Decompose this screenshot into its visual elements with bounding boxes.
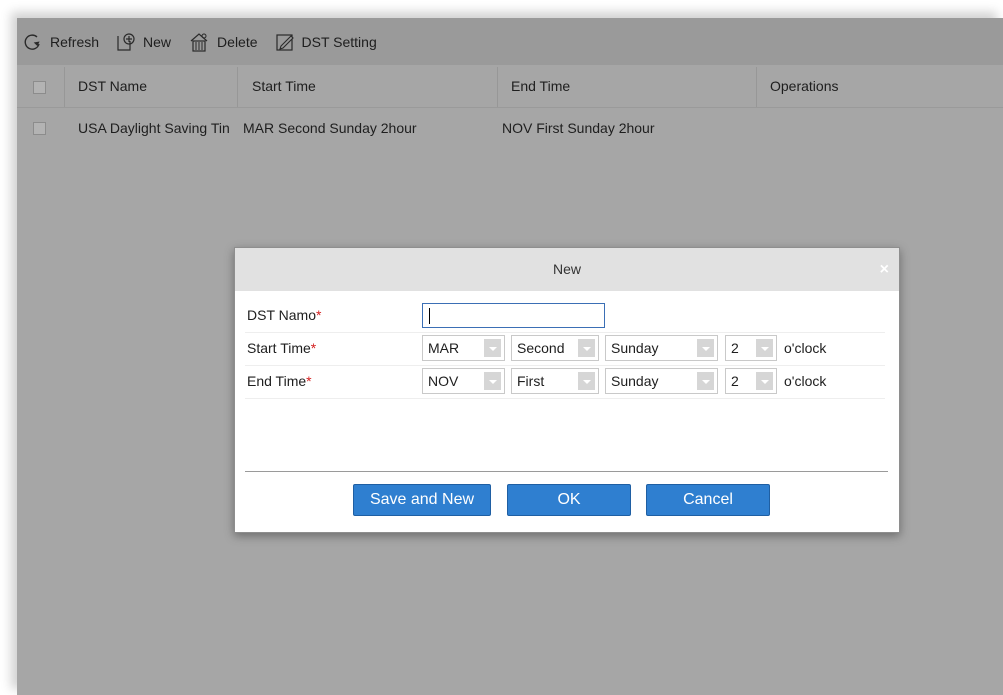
new-dst-dialog: New × DST Namo* Start Time* MAR Second S…: [234, 247, 900, 533]
start-week-value: Second: [517, 340, 565, 356]
dropdown-arrow-icon: [484, 372, 501, 390]
dst-setting-button[interactable]: DST Setting: [274, 27, 377, 57]
dropdown-arrow-icon: [756, 339, 773, 357]
delete-icon: [190, 32, 208, 52]
column-header-start-time[interactable]: Start Time: [252, 67, 316, 107]
dialog-title: New: [552, 261, 581, 277]
dropdown-arrow-icon: [578, 339, 595, 357]
row-checkbox[interactable]: [33, 122, 46, 135]
cancel-button[interactable]: Cancel: [646, 484, 770, 516]
end-week-value: First: [517, 373, 545, 389]
refresh-icon: [24, 34, 40, 50]
dialog-title-bar: New ×: [235, 248, 899, 291]
start-month-select[interactable]: MAR: [422, 335, 505, 361]
start-hour-value: 2: [731, 340, 739, 356]
text-caret: [429, 308, 430, 324]
row-end-time: NOV First Sunday 2hour: [502, 120, 655, 136]
refresh-label: Refresh: [50, 33, 100, 50]
end-day-select[interactable]: Sunday: [605, 368, 718, 394]
row-start-time: MAR Second Sunday 2hour: [243, 120, 417, 136]
start-week-select[interactable]: Second: [511, 335, 599, 361]
column-separator: [756, 67, 757, 107]
end-month-value: NOV: [428, 373, 459, 389]
dropdown-arrow-icon: [697, 339, 714, 357]
start-day-select[interactable]: Sunday: [605, 335, 718, 361]
dst-setting-label: DST Setting: [301, 33, 377, 50]
ok-button[interactable]: OK: [507, 484, 631, 516]
refresh-button[interactable]: Refresh: [22, 27, 99, 57]
start-hour-select[interactable]: 2: [725, 335, 777, 361]
start-time-label: Start Time*: [247, 340, 316, 356]
new-icon: [117, 32, 135, 51]
grid-header: DST Name Start Time End Time Operations: [17, 67, 1003, 108]
dropdown-arrow-icon: [484, 339, 501, 357]
end-day-value: Sunday: [611, 373, 659, 389]
column-separator: [237, 67, 238, 107]
dst-setting-icon: [275, 33, 294, 51]
end-week-select[interactable]: First: [511, 368, 599, 394]
dropdown-arrow-icon: [756, 372, 773, 390]
dst-name-label: DST Namo*: [247, 307, 321, 323]
dst-name-input[interactable]: [422, 303, 605, 328]
end-oclock-label: o'clock: [784, 373, 827, 389]
row-dst-name: USA Daylight Saving Tin: [78, 120, 230, 136]
delete-label: Delete: [217, 33, 258, 50]
new-button[interactable]: New: [115, 27, 171, 57]
end-hour-value: 2: [731, 373, 739, 389]
required-mark: *: [315, 307, 322, 323]
dst-name-label-text: DST Namo: [247, 307, 316, 323]
toolbar: Refresh New Delete DST Setting: [17, 18, 1003, 65]
row-divider: [245, 332, 885, 333]
column-header-dst-name[interactable]: DST Name: [78, 67, 147, 107]
start-day-value: Sunday: [611, 340, 659, 356]
dropdown-arrow-icon: [578, 372, 595, 390]
dialog-divider: [245, 471, 888, 472]
row-divider: [245, 365, 885, 366]
required-mark: *: [310, 340, 317, 356]
end-hour-select[interactable]: 2: [725, 368, 777, 394]
end-time-label: End Time*: [247, 373, 312, 389]
save-and-new-button[interactable]: Save and New: [353, 484, 491, 516]
required-mark: *: [306, 373, 312, 389]
start-oclock-label: o'clock: [784, 340, 827, 356]
row-divider: [245, 398, 885, 399]
close-icon[interactable]: ×: [880, 248, 889, 291]
select-all-checkbox[interactable]: [33, 81, 46, 94]
end-time-label-text: End Time: [247, 373, 307, 389]
delete-button[interactable]: Delete: [187, 27, 258, 57]
column-header-end-time[interactable]: End Time: [511, 67, 570, 107]
column-separator: [64, 67, 65, 107]
column-separator: [497, 67, 498, 107]
start-time-label-text: Start Time: [247, 340, 311, 356]
dropdown-arrow-icon: [697, 372, 714, 390]
start-month-value: MAR: [428, 340, 460, 356]
table-row[interactable]: USA Daylight Saving Tin MAR Second Sunda…: [17, 111, 1003, 145]
column-header-operations[interactable]: Operations: [770, 67, 838, 107]
end-month-select[interactable]: NOV: [422, 368, 505, 394]
new-label: New: [143, 33, 172, 50]
